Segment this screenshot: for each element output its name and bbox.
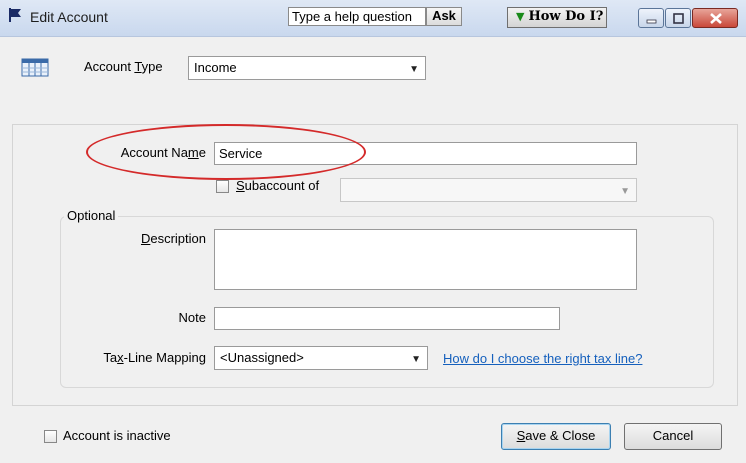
how-do-i-label: How Do I? bbox=[528, 9, 604, 24]
save-close-button[interactable]: Save & Close bbox=[501, 423, 611, 450]
help-search-input[interactable]: Type a help question bbox=[288, 7, 426, 26]
window-title: Edit Account bbox=[30, 9, 108, 25]
subaccount-label: Subaccount of bbox=[236, 178, 320, 193]
tax-line-mapping-label: Tax-Line Mapping bbox=[103, 350, 206, 365]
minimize-button[interactable] bbox=[638, 8, 664, 28]
close-button[interactable] bbox=[692, 8, 738, 28]
subaccount-checkbox[interactable] bbox=[216, 180, 229, 193]
tax-line-value: <Unassigned> bbox=[220, 350, 304, 365]
chevron-down-icon: ▼ bbox=[409, 64, 419, 75]
dropdown-triangle-icon: ▼ bbox=[516, 10, 525, 23]
tax-line-help-link[interactable]: How do I choose the right tax line? bbox=[443, 351, 642, 366]
cancel-button[interactable]: Cancel bbox=[624, 423, 722, 450]
account-type-select[interactable]: Income ▼ bbox=[188, 56, 426, 80]
ask-button[interactable]: Ask bbox=[426, 7, 462, 26]
description-field[interactable] bbox=[214, 229, 637, 290]
note-field[interactable] bbox=[214, 307, 560, 330]
account-register-icon bbox=[21, 58, 49, 77]
account-type-value: Income bbox=[194, 60, 237, 75]
maximize-button[interactable] bbox=[665, 8, 691, 28]
maximize-icon bbox=[673, 13, 684, 24]
optional-section-label: Optional bbox=[64, 208, 119, 223]
chevron-down-icon: ▼ bbox=[411, 354, 421, 365]
tax-line-select[interactable]: <Unassigned> ▼ bbox=[214, 346, 428, 370]
subaccount-select[interactable]: ▼ bbox=[340, 178, 637, 202]
title-bar: Edit Account Type a help question Ask ▼ H… bbox=[0, 0, 746, 37]
how-do-i-button[interactable]: ▼ How Do I? bbox=[507, 7, 607, 28]
account-inactive-checkbox[interactable] bbox=[44, 430, 57, 443]
highlight-ellipse bbox=[86, 124, 366, 180]
flag-icon bbox=[9, 8, 21, 22]
note-label: Note bbox=[178, 310, 206, 325]
description-label: Description bbox=[140, 231, 206, 246]
account-type-label: Account Type bbox=[84, 59, 163, 74]
account-inactive-label: Account is inactive bbox=[63, 428, 171, 443]
minimize-icon bbox=[646, 19, 657, 24]
close-icon bbox=[710, 13, 722, 24]
chevron-down-icon: ▼ bbox=[620, 186, 630, 197]
